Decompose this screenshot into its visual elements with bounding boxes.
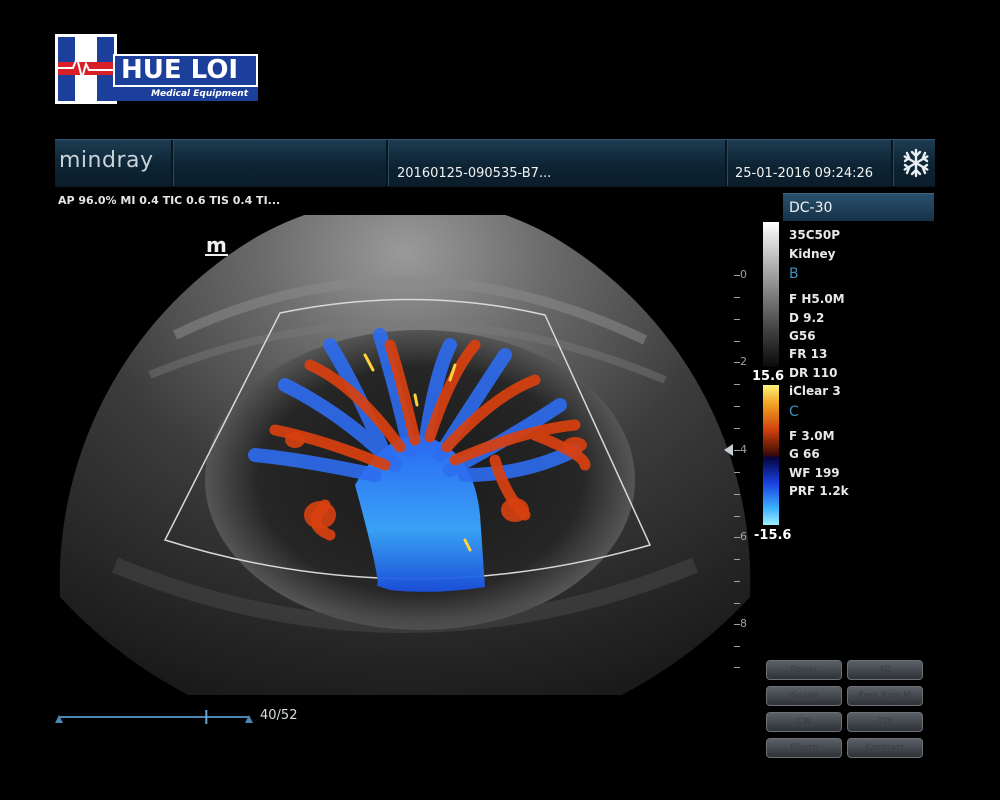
c-gain: G 66 xyxy=(789,447,820,461)
cine-loop-slider[interactable] xyxy=(55,705,255,729)
color-map-bar xyxy=(763,385,779,525)
depth-tick xyxy=(734,559,740,560)
depth-tick xyxy=(734,384,740,385)
color-scale-top: 15.6 xyxy=(752,369,785,384)
depth-tick xyxy=(734,603,740,604)
probe-label: 35C50P xyxy=(789,228,840,242)
contrast-button[interactable]: Contrast xyxy=(847,738,923,758)
snowflake-icon[interactable] xyxy=(901,148,931,178)
b-depth: D 9.2 xyxy=(789,311,825,325)
exam-preset-label[interactable]: DC-30 xyxy=(783,193,934,221)
b-dynamic-range: DR 110 xyxy=(789,366,838,380)
scanner-header-bar: mindray 20160125-090535-B7... 25-01-2016… xyxy=(55,139,935,187)
depth-scale: 0 2 4 6 8 xyxy=(720,265,760,675)
grayscale-map-bar xyxy=(763,222,779,367)
depth-label: 4 xyxy=(740,443,747,456)
b-iclear: iClear 3 xyxy=(789,384,841,398)
depth-tick xyxy=(734,494,740,495)
depth-label: 8 xyxy=(740,617,747,630)
header-divider xyxy=(386,140,389,186)
brand-label: mindray xyxy=(59,148,154,173)
c-wall-filter: WF 199 xyxy=(789,466,840,480)
ultrasound-color-doppler-image xyxy=(59,215,751,695)
b-gain: G56 xyxy=(789,329,816,343)
depth-tick xyxy=(734,319,740,320)
exam-datetime: 25-01-2016 09:24:26 xyxy=(735,166,874,181)
b-frame-rate: FR 13 xyxy=(789,347,828,361)
hospital-h-logo-icon xyxy=(55,34,117,104)
focus-marker-icon[interactable] xyxy=(724,443,736,457)
color-mode-header: C xyxy=(789,404,799,420)
exam-type: Kidney xyxy=(789,247,836,261)
header-divider xyxy=(725,140,728,186)
depth-tick xyxy=(734,297,740,298)
depth-label: 0 xyxy=(740,268,747,281)
iscape-button[interactable]: iScape xyxy=(766,686,842,706)
color-scale-bottom: -15.6 xyxy=(754,528,792,543)
header-divider xyxy=(891,140,894,186)
tdi-button[interactable]: TDI xyxy=(847,712,923,732)
c-frequency: F 3.0M xyxy=(789,429,835,443)
power-button[interactable]: Power xyxy=(766,660,842,680)
depth-tick xyxy=(734,341,740,342)
depth-label: 2 xyxy=(740,355,747,368)
depth-label: 6 xyxy=(740,530,747,543)
logo-wordmark: HUE LOI xyxy=(113,54,258,87)
depth-tick xyxy=(734,406,740,407)
orientation-mark: m xyxy=(205,233,228,257)
cine-position-thumb xyxy=(205,710,208,724)
depth-tick xyxy=(734,581,740,582)
b-frequency: F H5.0M xyxy=(789,292,845,306)
cw-button[interactable]: CW xyxy=(766,712,842,732)
elasto-button[interactable]: Elasto xyxy=(766,738,842,758)
depth-tick xyxy=(734,428,740,429)
cine-frame-count: 40/52 xyxy=(260,708,298,723)
4d-button[interactable]: 4D xyxy=(847,660,923,680)
depth-tick xyxy=(734,472,740,473)
free-xros-m-button[interactable]: Free Xros M xyxy=(847,686,923,706)
depth-tick xyxy=(734,646,740,647)
acoustic-output-status: AP 96.0% MI 0.4 TIC 0.6 TIS 0.4 TI... xyxy=(58,194,281,207)
depth-tick xyxy=(734,516,740,517)
exam-id: 20160125-090535-B7... xyxy=(397,166,552,181)
c-prf: PRF 1.2k xyxy=(789,484,849,498)
b-mode-header: B xyxy=(789,266,799,282)
logo-tagline: Medical Equipment xyxy=(113,87,258,101)
depth-tick xyxy=(734,667,740,668)
header-divider xyxy=(171,140,174,186)
hueloi-logo: HUE LOI Medical Equipment xyxy=(55,34,260,104)
